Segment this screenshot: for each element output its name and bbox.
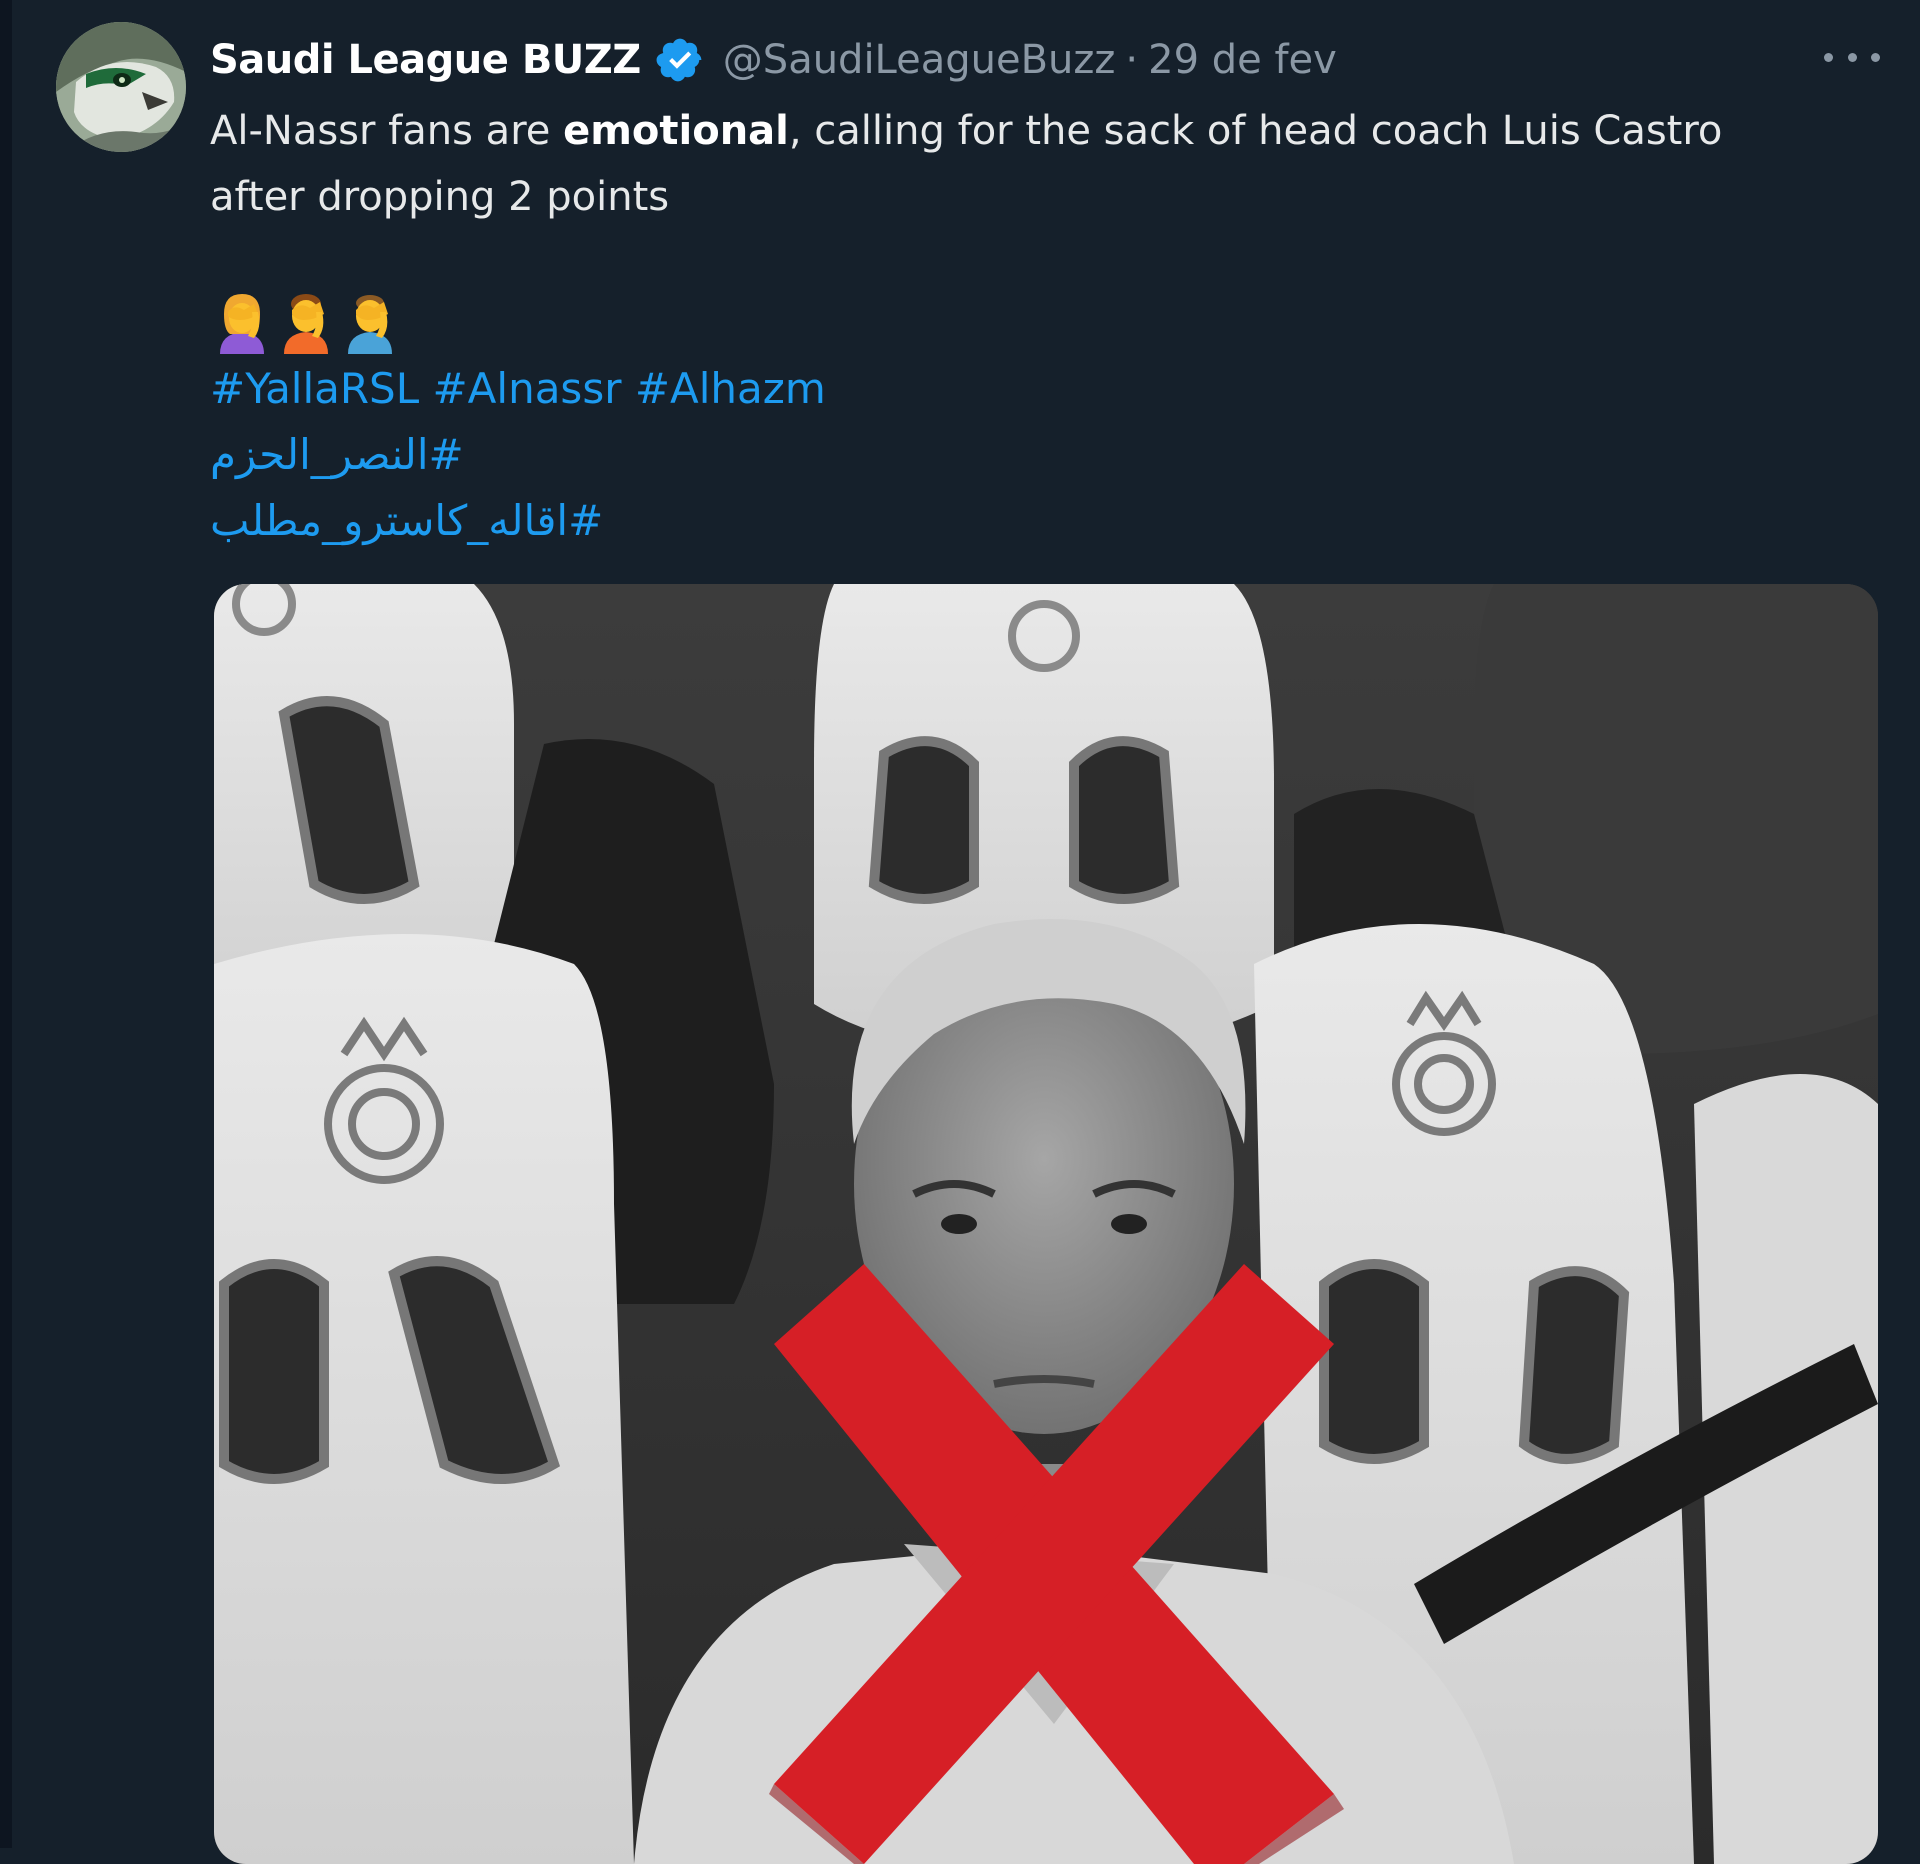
tweet-text: Al-Nassr fans are emotional, calling for… xyxy=(210,98,1850,230)
verified-badge-icon xyxy=(656,38,702,82)
hashtag-row: #YallaRSL #Alnassr #Alhazm xyxy=(210,356,826,422)
text-segment: Al-Nassr fans are xyxy=(210,108,564,154)
tweet-header: Saudi League BUZZ @SaudiLeagueBuzz · 29 … xyxy=(210,30,1337,90)
hashtag-row-arabic-1: #النصر_الحزم xyxy=(210,422,826,488)
avatar[interactable] xyxy=(56,22,186,152)
hashtag-yallarsl[interactable]: #YallaRSL xyxy=(210,364,419,413)
hashtags: #YallaRSL #Alnassr #Alhazm #النصر_الحزم … xyxy=(210,356,826,554)
coach-bench-photo xyxy=(214,584,1878,1864)
hashtag-alnassr[interactable]: #Alnassr xyxy=(432,364,621,413)
person-facepalming-icon xyxy=(284,294,328,354)
woman-facepalming-icon xyxy=(220,294,264,354)
hashtag-alhazm[interactable]: #Alhazm xyxy=(635,364,826,413)
separator-dot: · xyxy=(1125,37,1139,83)
tweet-media-image[interactable] xyxy=(214,584,1878,1864)
hashtag-row-arabic-2: #اقاله_كاسترو_مطلب xyxy=(210,488,826,554)
hashtag-arabic-nassr-hazm[interactable]: #النصر_الحزم xyxy=(210,430,464,479)
more-options-icon[interactable] xyxy=(1824,42,1880,72)
tweet[interactable]: Saudi League BUZZ @SaudiLeagueBuzz · 29 … xyxy=(0,0,1920,1864)
falcon-avatar-image xyxy=(56,22,186,152)
tweet-text-line-1: Al-Nassr fans are emotional, calling for… xyxy=(210,98,1850,164)
hashtag-arabic-sack-castro[interactable]: #اقاله_كاسترو_مطلب xyxy=(210,496,603,545)
display-name[interactable]: Saudi League BUZZ xyxy=(210,37,641,83)
tweet-text-line-2: after dropping 2 points xyxy=(210,174,670,220)
text-segment: , calling for the sack of head coach Lui… xyxy=(788,108,1723,154)
man-facepalming-icon xyxy=(348,295,392,354)
text-bold-segment: emotional xyxy=(563,108,789,154)
emoji-row xyxy=(214,290,398,354)
tweet-date[interactable]: 29 de fev xyxy=(1148,37,1337,83)
user-handle[interactable]: @SaudiLeagueBuzz xyxy=(723,37,1116,83)
